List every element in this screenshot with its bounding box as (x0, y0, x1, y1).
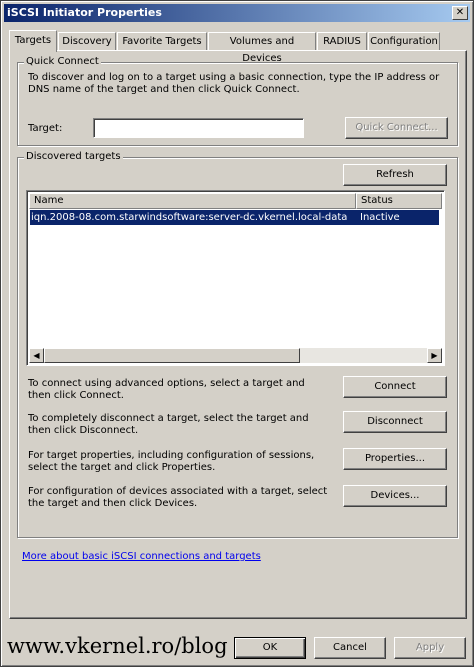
refresh-button[interactable]: Refresh (343, 164, 447, 186)
column-header-status[interactable]: Status (356, 193, 442, 209)
apply-button[interactable]: Apply (394, 637, 466, 659)
disconnect-description: To completely disconnect a target, selec… (28, 413, 309, 436)
tab-configuration[interactable]: Configuration (368, 32, 440, 51)
close-icon[interactable]: ✕ (452, 6, 468, 20)
properties-description: For target properties, including configu… (28, 450, 315, 473)
scroll-right-icon[interactable]: ▶ (427, 348, 442, 363)
quick-connect-title: Quick Connect (24, 56, 101, 67)
table-row[interactable]: iqn.2008-08.com.starwindsoftware:server-… (30, 210, 439, 225)
horizontal-scrollbar[interactable]: ◀ ▶ (29, 348, 442, 363)
tab-volumes-and-devices[interactable]: Volumes and Devices (208, 32, 316, 64)
targets-list[interactable]: Name Status iqn.2008-08.com.starwindsoft… (26, 190, 445, 366)
tab-radius[interactable]: RADIUS (317, 32, 367, 51)
connect-description: To connect using advanced options, selec… (28, 378, 305, 401)
ok-button[interactable]: OK (234, 637, 306, 659)
watermark-text: www.vkernel.ro/blog (7, 634, 228, 658)
target-label: Target: (28, 123, 63, 134)
discovered-targets-title: Discovered targets (24, 151, 123, 162)
disconnect-button[interactable]: Disconnect (343, 411, 447, 433)
target-status-cell: Inactive (360, 212, 400, 223)
window-title: iSCSI Initiator Properties (7, 6, 162, 19)
help-link[interactable]: More about basic iSCSI connections and t… (22, 551, 261, 562)
tab-discovery[interactable]: Discovery (58, 32, 116, 51)
scrollbar-thumb[interactable] (44, 348, 300, 363)
target-name-cell: iqn.2008-08.com.starwindsoftware:server-… (31, 212, 348, 223)
quick-connect-description: To discover and log on to a target using… (28, 72, 440, 95)
devices-button[interactable]: Devices... (343, 485, 447, 507)
discovered-targets-group: Discovered targets Refresh Name Status i… (17, 151, 458, 538)
tab-targets[interactable]: Targets (9, 30, 57, 52)
quick-connect-group: Quick Connect To discover and log on to … (17, 56, 458, 146)
dialog-window: iSCSI Initiator Properties ✕ Targets Dis… (0, 0, 474, 667)
target-input[interactable] (93, 118, 304, 138)
targets-tab-panel: Quick Connect To discover and log on to … (9, 50, 467, 619)
scroll-left-icon[interactable]: ◀ (29, 348, 44, 363)
devices-description: For configuration of devices associated … (28, 486, 328, 509)
properties-button[interactable]: Properties... (343, 448, 447, 470)
column-header-name[interactable]: Name (29, 193, 356, 209)
tab-favorite-targets[interactable]: Favorite Targets (117, 32, 207, 51)
connect-button[interactable]: Connect (343, 376, 447, 398)
quick-connect-button[interactable]: Quick Connect... (345, 117, 448, 139)
title-bar: iSCSI Initiator Properties ✕ (4, 4, 470, 22)
cancel-button[interactable]: Cancel (314, 637, 386, 659)
